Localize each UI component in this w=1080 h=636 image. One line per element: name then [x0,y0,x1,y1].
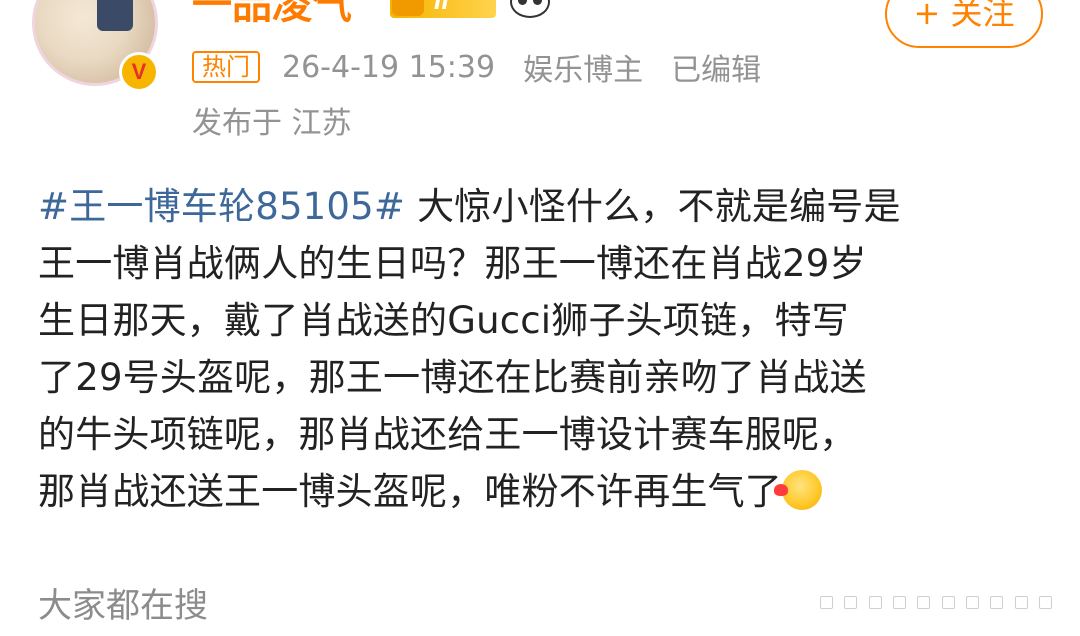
post-line: 那肖战还送王一博头盔呢，唯粉不许再生气了 [38,463,1050,520]
placeholder-box [941,595,955,609]
trending-placeholder [820,592,1052,612]
placeholder-box [917,595,931,609]
trending-search-label[interactable]: 大家都在搜 [38,578,208,627]
post-meta: 热门 26-4-19 15:39 娱乐博主 已编辑 [192,49,789,88]
placeholder-box [1038,595,1052,609]
post-text: 那肖战还送王一博头盔呢，唯粉不许再生气了 [38,470,782,513]
timestamp: 26-4-19 15:39 [282,49,496,85]
placeholder-box [868,595,882,609]
post-body: #王一博车轮85105# 大惊小怪什么，不就是编号是 王一博肖战俩人的生日吗？那… [38,178,1050,520]
panda-icon [510,0,550,18]
placeholder-box [1014,595,1028,609]
follow-button[interactable]: + 关注 [885,0,1043,48]
location: 发布于 江苏 [192,106,352,141]
level-text: II [434,0,449,14]
edited-label: 已编辑 [671,53,762,88]
placeholder-box [892,595,906,609]
post-line: 王一博肖战俩人的生日吗？那王一博还在肖战29岁 [38,242,867,285]
crown-icon [392,0,424,16]
hot-tag: 热门 [192,51,260,83]
topic-link[interactable]: #王一博车轮85105# [38,185,405,228]
level-badge: II [390,0,496,18]
verified-v-icon: V [119,52,159,92]
placeholder-box [844,595,858,609]
username[interactable]: 一品凌气 [192,0,352,30]
post-line: 了29号头盔呢，那王一博还在比赛前亲吻了肖战送 [38,356,867,399]
post-line: #王一博车轮85105# 大惊小怪什么，不就是编号是 [38,178,1050,235]
placeholder-box [820,595,833,609]
post-text: 大惊小怪什么，不就是编号是 [405,185,901,228]
post-line: 的牛头项链呢，那肖战还给王一博设计赛车服呢， [38,413,857,456]
placeholder-box [965,595,979,609]
category: 娱乐博主 [523,53,644,88]
placeholder-box [990,595,1004,609]
kiss-emoji-icon [774,470,822,510]
post-line: 生日那天，戴了肖战送的Gucci狮子头项链，特写 [38,299,849,342]
avatar-figure [97,0,133,31]
